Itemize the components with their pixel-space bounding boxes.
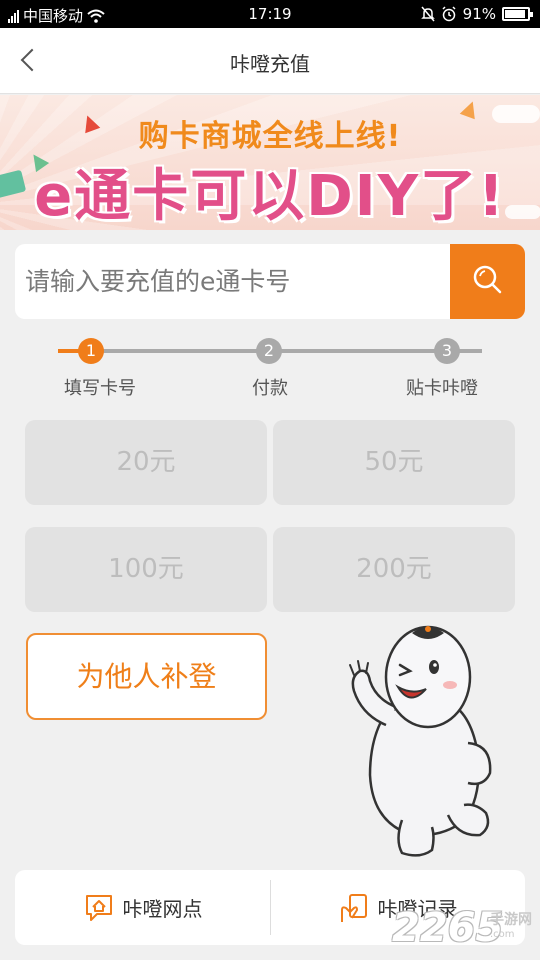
- page-title: 咔噔充值: [230, 52, 310, 76]
- card-tap-icon: [340, 893, 367, 922]
- step-3-label: 贴卡咔噔: [406, 378, 478, 399]
- battery-percent: 91%: [462, 5, 496, 23]
- amount-option-50[interactable]: 50元: [273, 420, 515, 505]
- status-right: 91%: [420, 5, 533, 23]
- step-2-dot: 2: [256, 338, 282, 364]
- card-number-search: [15, 244, 525, 319]
- banner-title: e通卡可以DIY了!: [34, 164, 506, 229]
- battery-icon: [502, 7, 533, 21]
- amount-option-200[interactable]: 200元: [273, 527, 515, 612]
- top-nav-bar: 咔噔充值: [0, 28, 540, 94]
- watermark-number: 2265: [392, 905, 504, 951]
- watermark-suffix: .com: [490, 929, 515, 940]
- banner-subtitle: 购卡商城全线上线!: [138, 119, 402, 154]
- progress-steps: 1 2 3 填写卡号 付款 贴卡咔噔: [0, 336, 540, 406]
- service-points-label: 咔噔网点: [122, 897, 203, 921]
- alarm-icon: [442, 6, 456, 22]
- status-bar: 中国移动 17:19 91%: [0, 0, 540, 28]
- step-1-dot: 1: [78, 338, 104, 364]
- step-1-label: 填写卡号: [64, 378, 136, 399]
- card-number-input[interactable]: [15, 244, 450, 319]
- step-3-dot: 3: [434, 338, 460, 364]
- service-points-button[interactable]: 咔噔网点: [15, 870, 270, 945]
- step-2-label: 付款: [252, 378, 288, 399]
- search-button[interactable]: [450, 244, 525, 319]
- site-watermark: 2265 手游网 .com: [392, 905, 540, 955]
- amount-option-100[interactable]: 100元: [25, 527, 267, 612]
- search-icon: [473, 265, 502, 294]
- watermark-text: 手游网: [490, 912, 532, 928]
- mute-bell-icon: [420, 6, 435, 22]
- mascot-illustration: [349, 625, 492, 857]
- home-chat-icon: [85, 894, 112, 921]
- amount-option-20[interactable]: 20元: [25, 420, 267, 505]
- battery-fill: [505, 10, 526, 18]
- promo-banner[interactable]: 购卡商城全线上线! e通卡可以DIY了!: [0, 95, 540, 230]
- top-up-for-others-button[interactable]: 为他人补登: [26, 633, 267, 720]
